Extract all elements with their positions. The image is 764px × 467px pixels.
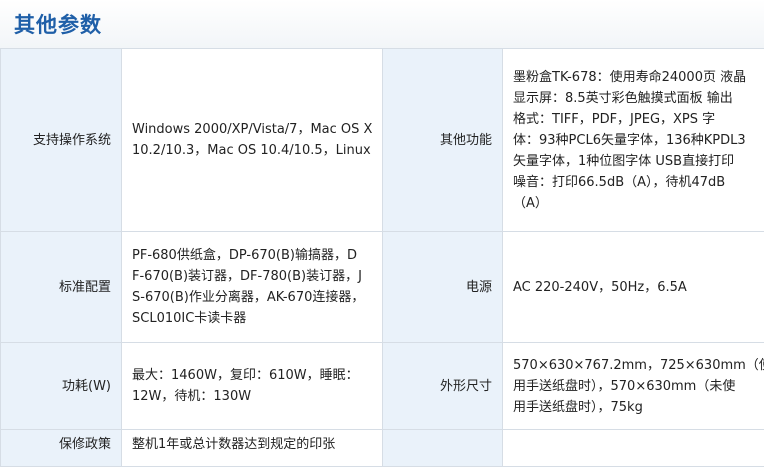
row-label-empty (383, 430, 503, 467)
section-header: 其他参数 (0, 0, 764, 49)
row-value-standard-config: PF-680供纸盒，DP-670(B)输搞器，D F-670(B)装订器，DF-… (122, 232, 383, 343)
table-row: 保修政策 整机1年或总计数器达到规定的印张 (1, 430, 764, 467)
row-value-empty (503, 430, 764, 467)
row-label-warranty: 保修政策 (1, 430, 122, 467)
row-label-dimensions: 外形尺寸 (383, 343, 503, 430)
row-value-power-consumption: 最大：1460W，复印：610W，睡眠： 12W，待机：130W (122, 343, 383, 430)
table-row: 支持操作系统 Windows 2000/XP/Vista/7，Mac OS X … (1, 49, 764, 232)
row-label-other-features: 其他功能 (383, 49, 503, 232)
table-row: 功耗(W) 最大：1460W，复印：610W，睡眠： 12W，待机：130W 外… (1, 343, 764, 430)
row-label-power-consumption: 功耗(W) (1, 343, 122, 430)
row-label-power: 电源 (383, 232, 503, 343)
row-label-standard-config: 标准配置 (1, 232, 122, 343)
row-value-power: AC 220-240V，50Hz，6.5A (503, 232, 764, 343)
table-row: 标准配置 PF-680供纸盒，DP-670(B)输搞器，D F-670(B)装订… (1, 232, 764, 343)
params-table: 支持操作系统 Windows 2000/XP/Vista/7，Mac OS X … (0, 48, 764, 467)
row-value-other-features: 墨粉盒TK-678：使用寿命24000页 液晶 显示屏：8.5英寸彩色触摸式面板… (503, 49, 764, 232)
row-value-os: Windows 2000/XP/Vista/7，Mac OS X 10.2/10… (122, 49, 383, 232)
row-value-dimensions: 570×630×767.2mm，725×630mm（使 用手送纸盘时），570×… (503, 343, 764, 430)
row-label-os: 支持操作系统 (1, 49, 122, 232)
row-value-warranty: 整机1年或总计数器达到规定的印张 (122, 430, 383, 467)
section-title: 其他参数 (14, 9, 102, 39)
